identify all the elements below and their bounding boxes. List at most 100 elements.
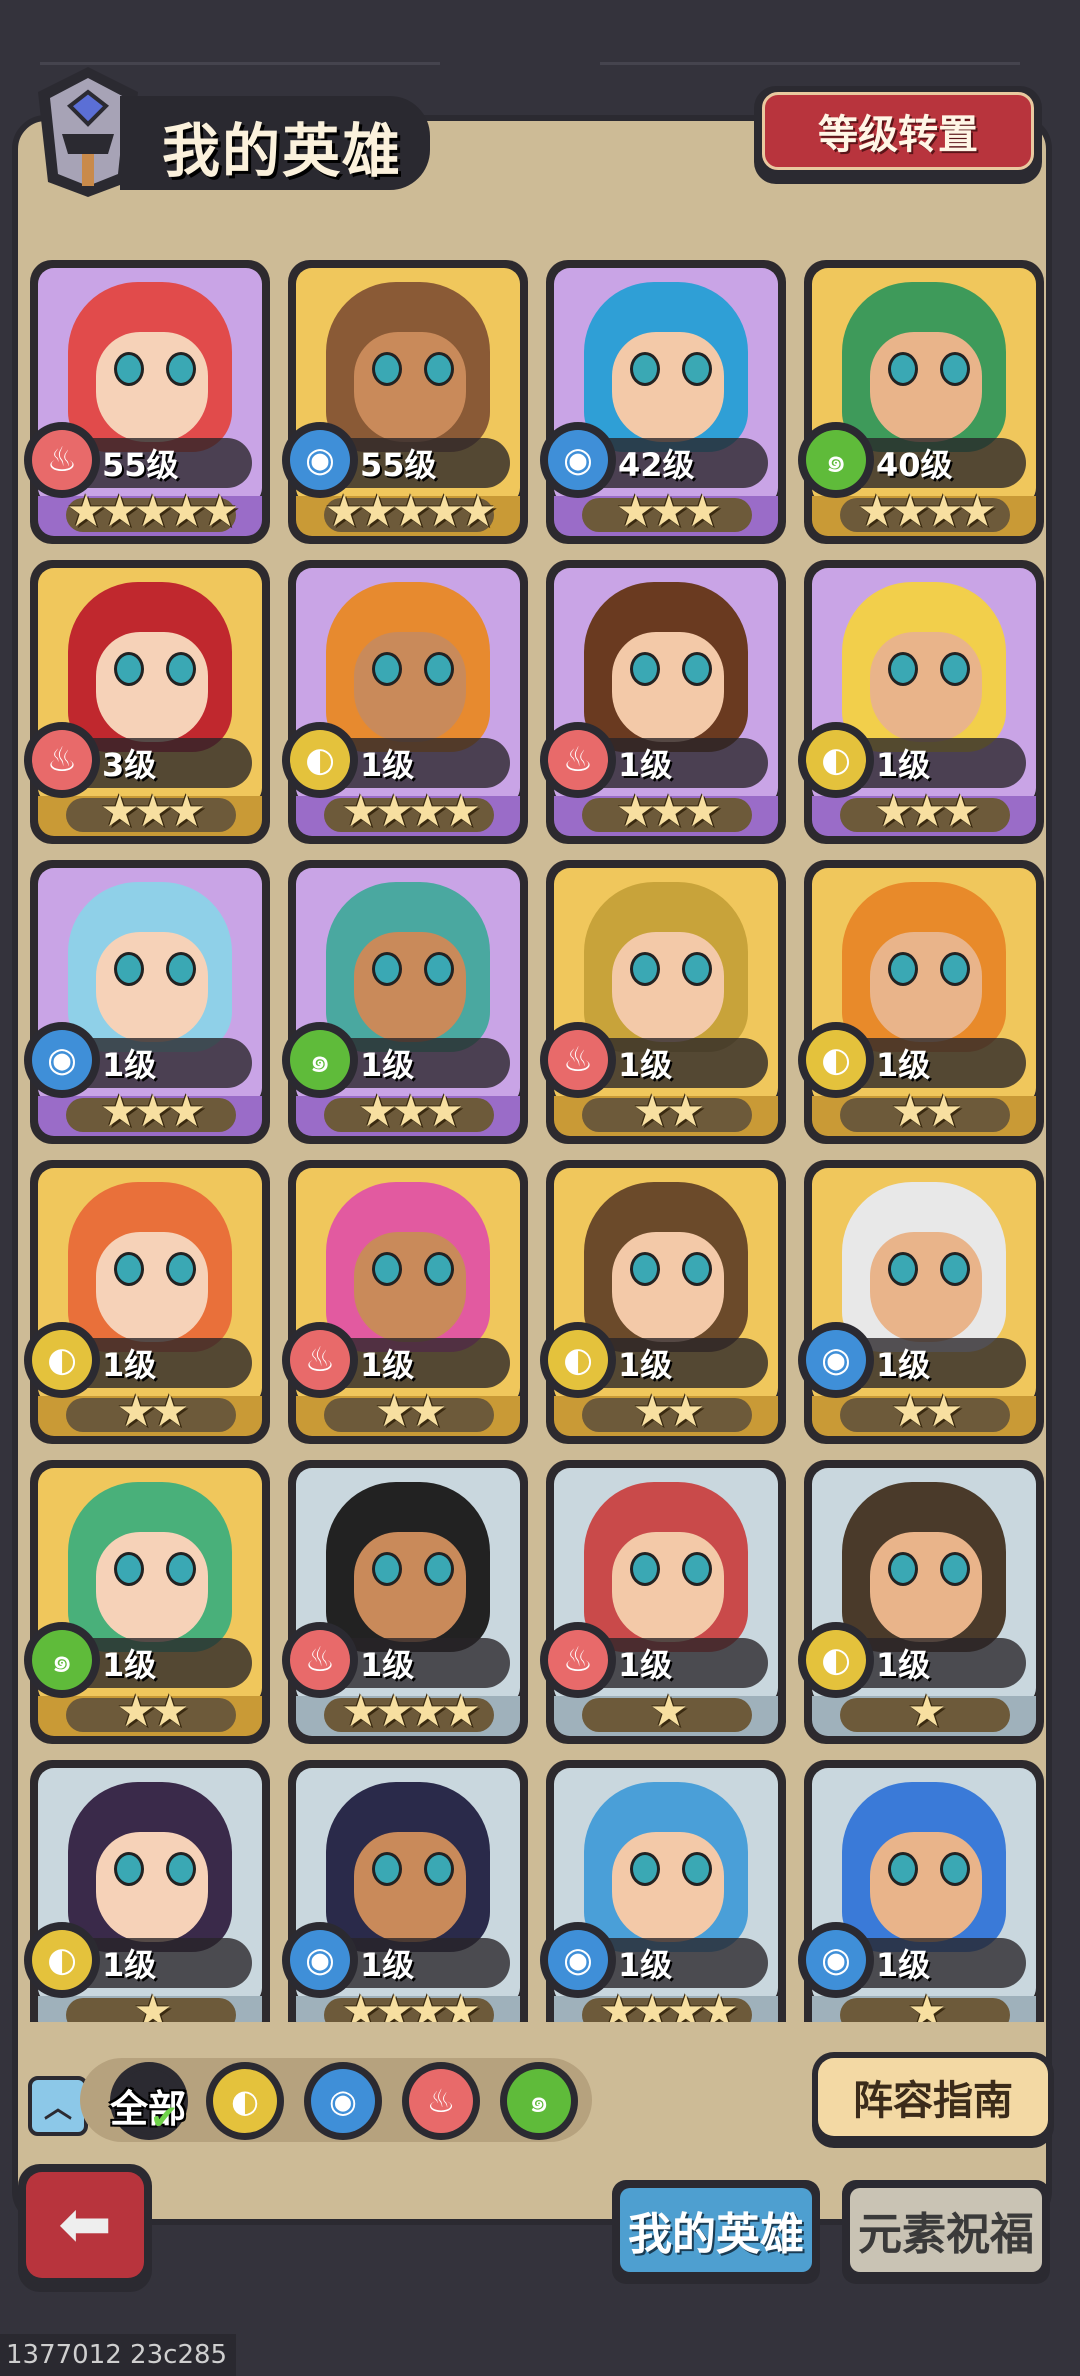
hero-level: 1级 bbox=[618, 1646, 673, 1684]
lineup-guide-button[interactable]: 阵容指南 bbox=[812, 2052, 1054, 2148]
hero-eye bbox=[682, 952, 712, 986]
hero-card[interactable]: ๑ 1级 ★★ bbox=[24, 1460, 270, 1744]
hero-card[interactable]: ♨ 55级 ★★★★★ bbox=[24, 260, 270, 544]
hero-card[interactable]: ♨ 1级 ★ bbox=[540, 1460, 786, 1744]
wind-icon: ๑ bbox=[32, 1630, 92, 1690]
hero-card[interactable]: ◉ 1级 ★ bbox=[798, 1760, 1044, 2022]
hero-level: 1级 bbox=[102, 1346, 157, 1384]
build-id: 1377012 23c285 bbox=[0, 2334, 236, 2376]
hero-grid[interactable]: ♨ 55级 ★★★★★ ◉ 55级 ★★★★★ ◉ 42级 ★★★ ๑ 40级 … bbox=[22, 260, 1058, 2022]
hero-card[interactable]: ◉ 1级 ★★★★ bbox=[540, 1760, 786, 2022]
hero-face bbox=[96, 1532, 208, 1642]
hero-card[interactable]: ◐ 1级 ★★ bbox=[540, 1160, 786, 1444]
filter-wind-button[interactable]: ๑ bbox=[500, 2062, 578, 2140]
hero-eye bbox=[166, 1552, 196, 1586]
hero-eye bbox=[424, 352, 454, 386]
hero-level: 1级 bbox=[102, 1046, 157, 1084]
hero-eye bbox=[114, 652, 144, 686]
hero-level: 1级 bbox=[618, 746, 673, 784]
earth-icon: ◐ bbox=[806, 730, 866, 790]
filter-fire-button[interactable]: ♨ bbox=[402, 2062, 480, 2140]
hero-level: 42级 bbox=[618, 446, 695, 484]
hero-card[interactable]: ♨ 1级 ★★ bbox=[540, 860, 786, 1144]
star-rating: ★★★★ bbox=[857, 486, 997, 537]
earth-icon: ◐ bbox=[806, 1030, 866, 1090]
star-rating: ★★★ bbox=[615, 486, 722, 537]
filter-water-button[interactable]: ◉ bbox=[304, 2062, 382, 2140]
hero-eye bbox=[424, 1552, 454, 1586]
hero-card[interactable]: ♨ 1级 ★★ bbox=[282, 1160, 528, 1444]
deco-line bbox=[600, 62, 1020, 65]
hero-level: 1级 bbox=[876, 1646, 931, 1684]
hero-eye bbox=[166, 652, 196, 686]
hero-card[interactable]: ๑ 1级 ★★★ bbox=[282, 860, 528, 1144]
fire-icon: ♨ bbox=[32, 730, 92, 790]
hero-card[interactable]: ◐ 1级 ★ bbox=[798, 1460, 1044, 1744]
hero-eye bbox=[888, 1852, 918, 1886]
earth-icon: ◐ bbox=[290, 730, 350, 790]
hero-eye bbox=[888, 352, 918, 386]
hero-level: 1级 bbox=[360, 746, 415, 784]
hero-face bbox=[870, 332, 982, 442]
hero-level: 1级 bbox=[876, 746, 931, 784]
hero-card[interactable]: ♨ 3级 ★★★ bbox=[24, 560, 270, 844]
tab-my-heroes[interactable]: 我的英雄 bbox=[612, 2180, 820, 2284]
hero-card[interactable]: ♨ 1级 ★★★★ bbox=[282, 1460, 528, 1744]
hero-face bbox=[870, 1532, 982, 1642]
star-rating: ★★★ bbox=[99, 786, 206, 837]
hero-card[interactable]: ◐ 1级 ★★ bbox=[24, 1160, 270, 1444]
hero-eye bbox=[888, 1552, 918, 1586]
star-rating: ★★ bbox=[632, 1086, 706, 1137]
hero-level: 40级 bbox=[876, 446, 953, 484]
earth-icon: ◐ bbox=[32, 1930, 92, 1990]
hero-eye bbox=[372, 1552, 402, 1586]
back-button[interactable]: ⬅ bbox=[18, 2164, 152, 2292]
hero-face bbox=[870, 1232, 982, 1342]
star-rating: ★★★★ bbox=[341, 786, 481, 837]
hero-card[interactable]: ◉ 1级 ★★ bbox=[798, 1160, 1044, 1444]
filter-earth-button[interactable]: ◐ bbox=[206, 2062, 284, 2140]
hero-face bbox=[612, 1832, 724, 1942]
water-icon: ◉ bbox=[311, 2069, 375, 2133]
hero-face bbox=[870, 632, 982, 742]
hero-level: 1级 bbox=[360, 1346, 415, 1384]
hero-face bbox=[612, 632, 724, 742]
hero-card[interactable]: ♨ 1级 ★★★ bbox=[540, 560, 786, 844]
hero-card[interactable]: ◉ 55级 ★★★★★ bbox=[282, 260, 528, 544]
hero-eye bbox=[630, 352, 660, 386]
hero-card[interactable]: ◐ 1级 ★★★★ bbox=[282, 560, 528, 844]
hero-eye bbox=[630, 952, 660, 986]
hero-card[interactable]: ๑ 40级 ★★★★ bbox=[798, 260, 1044, 544]
hero-eye bbox=[424, 1252, 454, 1286]
hero-eye bbox=[940, 1252, 970, 1286]
star-rating: ★★★★★ bbox=[324, 486, 497, 537]
star-rating: ★★ bbox=[890, 1086, 964, 1137]
hero-card[interactable]: ◉ 1级 ★★★★ bbox=[282, 1760, 528, 2022]
hero-eye bbox=[424, 952, 454, 986]
hero-card[interactable]: ◐ 1级 ★★ bbox=[798, 860, 1044, 1144]
level-transfer-button[interactable]: 等级转置 bbox=[754, 86, 1042, 184]
earth-icon: ◐ bbox=[213, 2069, 277, 2133]
wind-icon: ๑ bbox=[290, 1030, 350, 1090]
fire-icon: ♨ bbox=[32, 430, 92, 490]
hero-eye bbox=[888, 952, 918, 986]
earth-icon: ◐ bbox=[806, 1630, 866, 1690]
hero-level: 1级 bbox=[618, 1046, 673, 1084]
hero-card[interactable]: ◐ 1级 ★★★ bbox=[798, 560, 1044, 844]
hero-level: 1级 bbox=[102, 1946, 157, 1984]
tab-element-blessing[interactable]: 元素祝福 bbox=[842, 2180, 1050, 2284]
hero-eye bbox=[372, 352, 402, 386]
hero-face bbox=[354, 1232, 466, 1342]
hero-eye bbox=[940, 652, 970, 686]
hero-face bbox=[870, 932, 982, 1042]
hero-card[interactable]: ◉ 1级 ★★★ bbox=[24, 860, 270, 1144]
collapse-filter-button[interactable]: ︿ bbox=[28, 2076, 88, 2136]
hero-eye bbox=[372, 652, 402, 686]
hero-card[interactable]: ◉ 42级 ★★★ bbox=[540, 260, 786, 544]
hero-eye bbox=[424, 1852, 454, 1886]
hero-face bbox=[354, 632, 466, 742]
hero-card[interactable]: ◐ 1级 ★ bbox=[24, 1760, 270, 2022]
star-rating: ★ bbox=[907, 1986, 946, 2022]
star-rating: ★★★★★ bbox=[66, 486, 239, 537]
fire-icon: ♨ bbox=[548, 1630, 608, 1690]
